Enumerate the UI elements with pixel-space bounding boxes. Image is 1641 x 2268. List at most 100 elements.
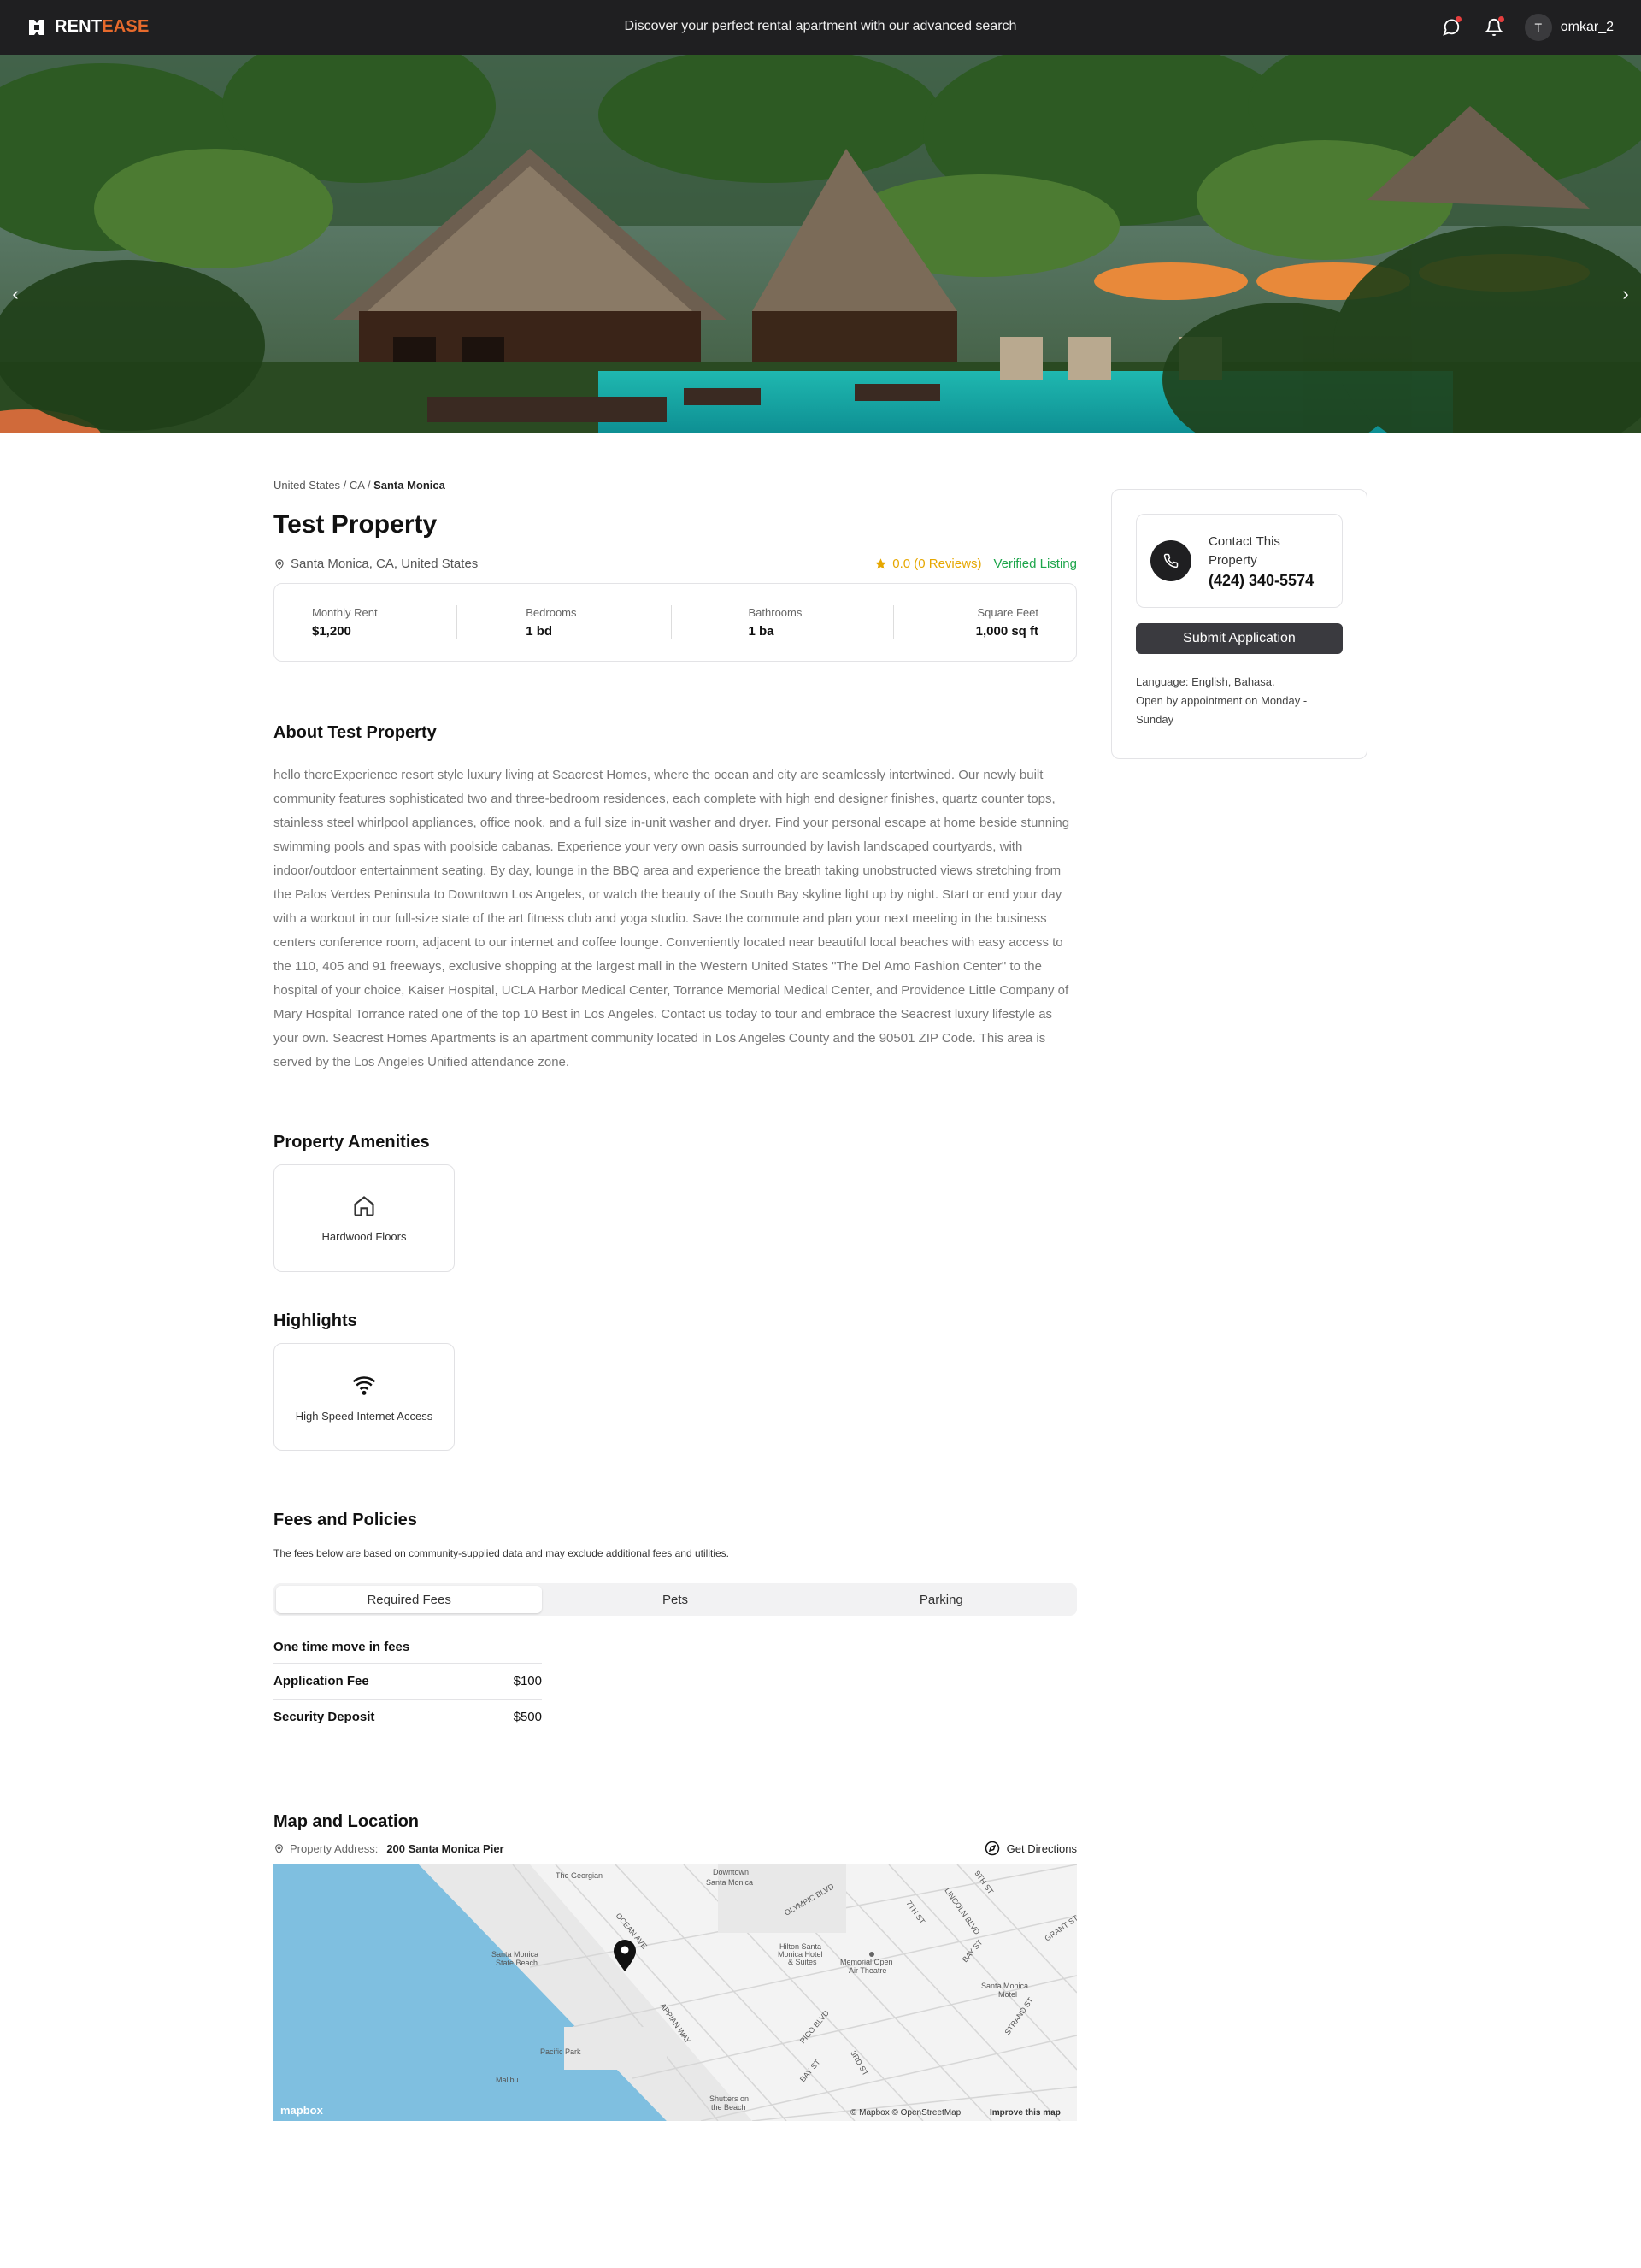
location-map[interactable]: The Georgian Downtown Santa Monica OLYMP… — [274, 1864, 1077, 2121]
stat-label: Bedrooms — [526, 606, 577, 619]
star-icon — [875, 558, 886, 569]
contact-info: Language: English, Bahasa. Open by appoi… — [1136, 673, 1343, 729]
address-value: 200 Santa Monica Pier — [386, 1841, 504, 1855]
property-stats: Monthly Rent $1,200 Bedrooms 1 bd Bathroom… — [274, 583, 1077, 662]
messages-unread-dot — [1455, 16, 1462, 22]
highlights-section: Highlights High Speed Internet Access — [274, 1311, 1077, 1451]
fees-note: The fees below are based on community-su… — [274, 1547, 729, 1559]
username: omkar_2 — [1560, 20, 1614, 34]
map-label: Motel — [998, 1990, 1017, 1999]
hours-text: Open by appointment on Monday - Sunday — [1136, 694, 1308, 726]
top-navigation-bar: RENTEASE Discover your perfect rental ap… — [0, 0, 1641, 55]
stat-value: 1 ba — [748, 624, 774, 639]
map-label: State Beach — [496, 1959, 538, 1967]
contact-phone[interactable]: (424) 340-5574 — [1209, 572, 1328, 590]
fee-table: One time move in fees Application Fee $10… — [274, 1640, 542, 1735]
fee-section-title: One time move in fees — [274, 1640, 542, 1664]
map-heading: Map and Location — [274, 1812, 419, 1831]
stat-bedrooms: Bedrooms 1 bd — [474, 606, 653, 639]
about-section: About Test Property hello thereExperienc… — [274, 723, 1077, 1075]
get-directions-label: Get Directions — [1006, 1841, 1077, 1855]
highlight-card: High Speed Internet Access — [274, 1343, 455, 1451]
map-label: Santa Monica — [491, 1950, 538, 1959]
stat-value: 1,000 sq ft — [975, 624, 1038, 639]
map-label: & Suites — [788, 1958, 817, 1966]
verified-badge: Verified Listing — [993, 557, 1077, 571]
property-address: Property Address: 200 Santa Monica Pier — [274, 1842, 504, 1855]
map-label: Air Theatre — [849, 1966, 886, 1975]
breadcrumb-separator: / — [364, 479, 374, 492]
avatar: T — [1524, 14, 1552, 41]
fee-name: Application Fee — [274, 1674, 369, 1688]
gallery-prev-button[interactable]: ‹ — [7, 281, 24, 307]
location-text: Santa Monica, CA, United States — [291, 557, 479, 571]
stat-label: Monthly Rent — [312, 606, 378, 619]
header-tagline: Discover your perfect rental apartment w… — [624, 19, 1017, 33]
fee-row: Security Deposit $500 — [274, 1700, 542, 1735]
resort-pool-photo — [0, 55, 1641, 433]
property-location: Santa Monica, CA, United States — [274, 557, 478, 571]
stat-label: Bathrooms — [748, 606, 803, 619]
map-label: Santa Monica — [706, 1878, 753, 1887]
divider — [670, 605, 672, 639]
tab-required-fees[interactable]: Required Fees — [276, 1586, 543, 1613]
tab-pets[interactable]: Pets — [542, 1586, 808, 1613]
stat-label: Square Feet — [977, 606, 1038, 619]
messages-button[interactable] — [1439, 12, 1463, 43]
highlights-heading: Highlights — [274, 1311, 357, 1330]
contact-title: Contact This Property — [1209, 533, 1280, 568]
breadcrumb: United States / CA / Santa Monica — [274, 479, 1077, 492]
map-label: Memorial Open — [840, 1958, 893, 1966]
notifications-unread-dot — [1497, 16, 1504, 22]
user-menu[interactable]: T omkar_2 — [1524, 14, 1614, 41]
fee-amount: $500 — [513, 1710, 542, 1724]
property-details: United States / CA / Santa Monica Test P… — [274, 479, 1077, 2121]
property-photo-gallery[interactable]: ‹ › — [0, 55, 1641, 433]
get-directions-button[interactable]: Get Directions — [985, 1841, 1077, 1856]
submit-application-button[interactable]: Submit Application — [1136, 623, 1343, 654]
fees-heading: Fees and Policies — [274, 1511, 417, 1529]
fees-tabs: Required Fees Pets Parking — [274, 1583, 1077, 1616]
fees-section: Fees and Policies The fees below are bas… — [274, 1511, 1077, 1735]
breadcrumb-separator: / — [340, 479, 350, 492]
about-heading: About Test Property — [274, 723, 437, 742]
map-credits[interactable]: © Mapbox © OpenStreetMap — [850, 2108, 962, 2118]
gallery-next-button[interactable]: › — [1617, 281, 1634, 307]
map-pin-icon — [275, 1843, 283, 1854]
rating-text[interactable]: 0.0 (0 Reviews) — [892, 557, 981, 571]
stat-square-feet: Square Feet 1,000 sq ft — [911, 606, 1038, 639]
map-label: the Beach — [711, 2103, 746, 2112]
divider — [456, 605, 458, 639]
map-pin-icon — [275, 558, 284, 570]
fee-amount: $100 — [513, 1674, 542, 1688]
amenity-label: Hardwood Floors — [321, 1229, 407, 1243]
fee-row: Application Fee $100 — [274, 1664, 542, 1700]
fee-name: Security Deposit — [274, 1710, 375, 1724]
phone-icon — [1150, 540, 1191, 581]
highlight-label: High Speed Internet Access — [295, 1409, 433, 1423]
stat-rent: Monthly Rent $1,200 — [312, 606, 439, 639]
home-icon — [354, 1195, 374, 1216]
mapbox-logo[interactable]: mapbox — [280, 2104, 324, 2117]
breadcrumb-country[interactable]: United States — [274, 479, 340, 492]
tab-parking[interactable]: Parking — [809, 1586, 1074, 1613]
stat-value: $1,200 — [312, 624, 351, 639]
map-section: Map and Location Property Address: 200 Sa… — [274, 1812, 1077, 2121]
wifi-icon — [352, 1376, 376, 1395]
stat-bathrooms: Bathrooms 1 ba — [689, 606, 876, 639]
contact-sidebar: Contact This Property (424) 340-5574 Sub… — [1111, 489, 1368, 759]
breadcrumb-state[interactable]: CA — [350, 479, 364, 492]
map-canvas: The Georgian Downtown Santa Monica OLYMP… — [274, 1864, 1077, 2121]
about-description: hello thereExperience resort style luxur… — [274, 768, 1070, 1069]
improve-map-link[interactable]: Improve this map — [990, 2108, 1061, 2118]
amenities-heading: Property Amenities — [274, 1133, 430, 1152]
notifications-button[interactable] — [1482, 12, 1506, 43]
map-label: The Georgian — [556, 1871, 603, 1880]
map-label: Pacific Park — [540, 2047, 581, 2056]
address-label: Property Address: — [290, 1841, 379, 1855]
map-label: Malibu — [496, 2076, 519, 2084]
contact-card[interactable]: Contact This Property (424) 340-5574 — [1136, 514, 1343, 608]
map-label: Santa Monica — [981, 1982, 1028, 1990]
stat-value: 1 bd — [526, 624, 553, 639]
compass-icon — [985, 1841, 999, 1856]
